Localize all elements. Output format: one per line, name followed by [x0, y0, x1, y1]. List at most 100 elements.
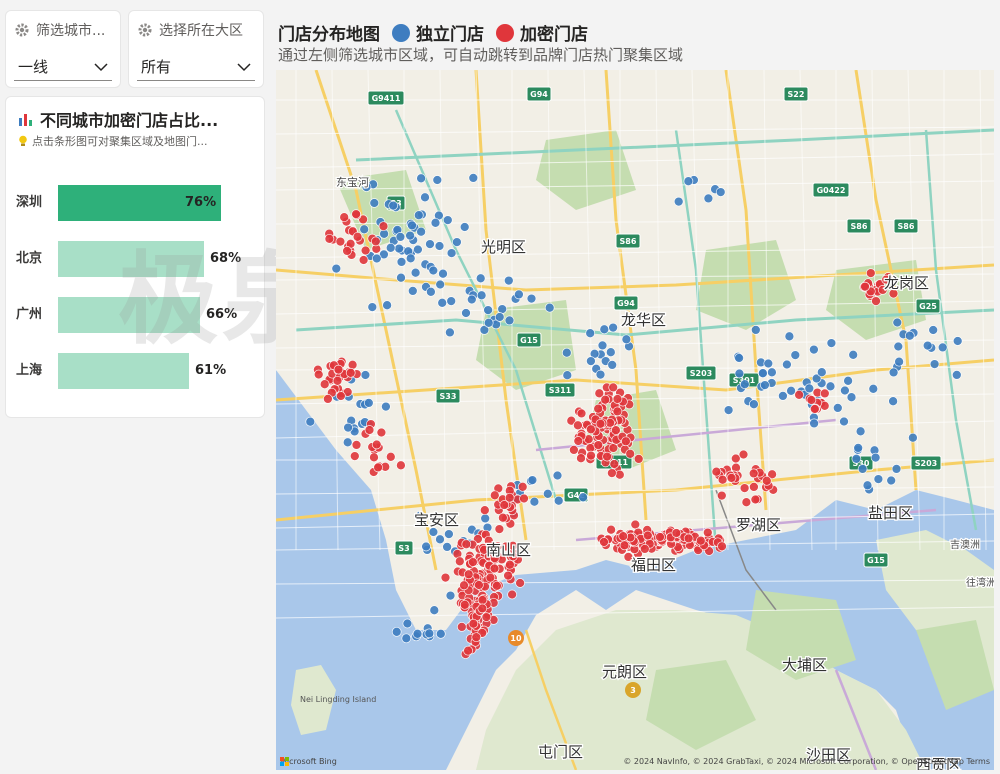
city-filter-slicer[interactable]: 筛选城市... 一线: [5, 10, 121, 88]
map-attribution[interactable]: © 2024 NavInfo, © 2024 GrabTaxi, © 2024 …: [623, 757, 990, 766]
dense-store-marker[interactable]: [358, 255, 369, 265]
bar-row-1[interactable]: 北京 68%: [16, 241, 256, 277]
independent-store-marker[interactable]: [673, 196, 684, 207]
independent-store-marker[interactable]: [607, 360, 618, 370]
dense-store-marker[interactable]: [517, 481, 528, 492]
independent-store-marker[interactable]: [416, 173, 426, 184]
independent-store-marker[interactable]: [599, 324, 610, 335]
city-filter-dropdown[interactable]: 一线: [14, 53, 112, 81]
independent-store-marker[interactable]: [483, 305, 493, 315]
independent-store-marker[interactable]: [892, 317, 903, 328]
independent-store-marker[interactable]: [562, 370, 573, 381]
independent-store-marker[interactable]: [394, 243, 404, 254]
independent-store-marker[interactable]: [542, 488, 553, 499]
independent-store-marker[interactable]: [385, 242, 396, 253]
dense-store-marker[interactable]: [373, 462, 383, 473]
dense-store-marker[interactable]: [507, 589, 517, 600]
dense-store-marker[interactable]: [477, 595, 488, 605]
independent-store-marker[interactable]: [553, 495, 564, 506]
dense-store-marker[interactable]: [748, 468, 759, 479]
independent-store-marker[interactable]: [855, 426, 866, 437]
independent-store-marker[interactable]: [371, 253, 382, 264]
independent-store-marker[interactable]: [526, 293, 537, 304]
independent-store-marker[interactable]: [608, 322, 618, 333]
dense-store-marker[interactable]: [463, 569, 474, 580]
dense-store-marker[interactable]: [608, 382, 619, 393]
independent-store-marker[interactable]: [416, 226, 426, 237]
dense-store-marker[interactable]: [607, 468, 617, 478]
independent-store-marker[interactable]: [597, 340, 608, 351]
independent-store-marker[interactable]: [894, 356, 904, 367]
dense-store-marker[interactable]: [332, 375, 343, 386]
independent-store-marker[interactable]: [425, 239, 435, 249]
dense-store-marker[interactable]: [351, 440, 362, 450]
independent-store-marker[interactable]: [595, 369, 606, 380]
dense-store-marker[interactable]: [360, 245, 371, 256]
independent-store-marker[interactable]: [851, 453, 862, 464]
dense-store-marker[interactable]: [633, 454, 644, 464]
dense-store-marker[interactable]: [503, 570, 513, 581]
independent-store-marker[interactable]: [683, 176, 694, 187]
dense-store-marker[interactable]: [481, 612, 492, 622]
independent-store-marker[interactable]: [466, 294, 477, 305]
dense-store-marker[interactable]: [794, 389, 804, 400]
independent-store-marker[interactable]: [421, 541, 431, 552]
independent-store-marker[interactable]: [435, 279, 446, 290]
dense-store-marker[interactable]: [349, 451, 360, 461]
dense-store-marker[interactable]: [351, 209, 361, 219]
independent-store-marker[interactable]: [407, 220, 417, 231]
dense-store-marker[interactable]: [608, 443, 619, 453]
dense-store-marker[interactable]: [324, 233, 335, 244]
independent-store-marker[interactable]: [862, 480, 873, 491]
dense-store-marker[interactable]: [477, 603, 488, 614]
dense-store-marker[interactable]: [621, 436, 631, 447]
dense-store-marker[interactable]: [485, 572, 496, 583]
independent-store-marker[interactable]: [893, 341, 904, 352]
independent-store-marker[interactable]: [951, 370, 962, 380]
independent-store-marker[interactable]: [809, 344, 819, 355]
dense-store-marker[interactable]: [370, 236, 381, 247]
independent-store-marker[interactable]: [405, 230, 415, 241]
dense-store-marker[interactable]: [313, 369, 324, 380]
dense-store-marker[interactable]: [519, 493, 529, 504]
bar[interactable]: [58, 353, 189, 389]
independent-store-marker[interactable]: [922, 340, 933, 351]
independent-store-marker[interactable]: [452, 237, 462, 247]
independent-store-marker[interactable]: [396, 257, 407, 267]
independent-store-marker[interactable]: [778, 391, 788, 401]
independent-store-marker[interactable]: [430, 217, 441, 228]
independent-store-marker[interactable]: [437, 297, 448, 308]
independent-store-marker[interactable]: [790, 350, 801, 360]
independent-store-marker[interactable]: [750, 325, 761, 335]
bar-row-3[interactable]: 上海 61%: [16, 353, 256, 389]
dense-store-marker[interactable]: [595, 418, 606, 429]
independent-store-marker[interactable]: [804, 383, 815, 394]
independent-store-marker[interactable]: [734, 353, 744, 363]
independent-store-marker[interactable]: [459, 222, 470, 232]
dense-store-marker[interactable]: [809, 404, 820, 414]
independent-store-marker[interactable]: [784, 331, 795, 342]
independent-store-marker[interactable]: [503, 275, 514, 286]
independent-store-marker[interactable]: [578, 492, 588, 503]
independent-store-marker[interactable]: [763, 358, 774, 369]
independent-store-marker[interactable]: [426, 286, 436, 297]
independent-store-marker[interactable]: [413, 210, 424, 221]
independent-store-marker[interactable]: [723, 405, 734, 415]
dense-store-marker[interactable]: [860, 281, 870, 292]
dense-store-marker[interactable]: [625, 448, 636, 459]
independent-store-marker[interactable]: [904, 330, 915, 341]
bar-row-2[interactable]: 广州 66%: [16, 297, 256, 333]
independent-store-marker[interactable]: [476, 290, 487, 301]
dense-store-marker[interactable]: [871, 296, 881, 306]
dense-store-marker[interactable]: [396, 460, 406, 471]
dense-store-marker[interactable]: [750, 494, 761, 505]
independent-store-marker[interactable]: [369, 198, 380, 208]
dense-store-marker[interactable]: [468, 618, 479, 629]
independent-store-marker[interactable]: [446, 248, 457, 258]
dense-store-marker[interactable]: [319, 379, 330, 390]
independent-store-marker[interactable]: [434, 241, 445, 251]
independent-store-marker[interactable]: [552, 470, 563, 481]
dense-store-marker[interactable]: [761, 475, 772, 486]
dense-store-marker[interactable]: [618, 531, 629, 542]
independent-store-marker[interactable]: [445, 590, 456, 601]
